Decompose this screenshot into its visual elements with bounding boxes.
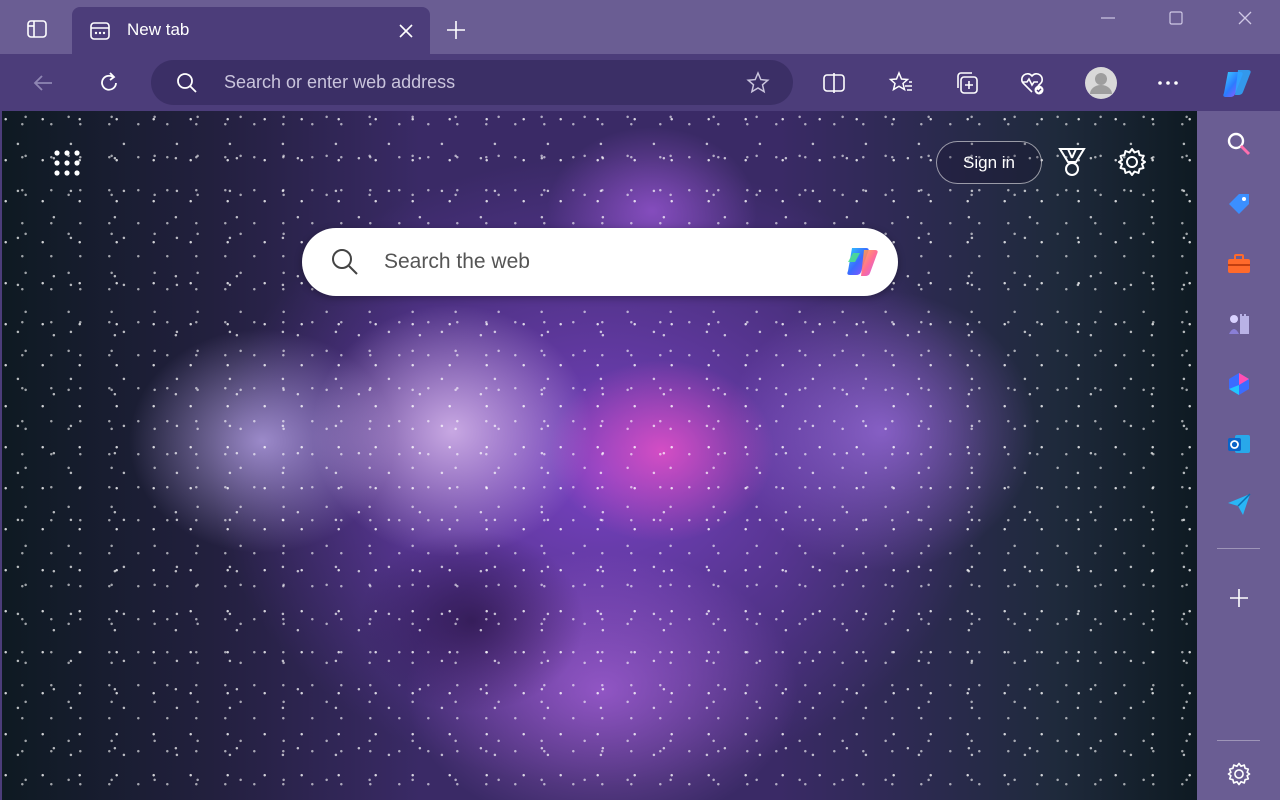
favorites-icon [888,71,912,92]
sidebar-item-search[interactable] [1221,126,1257,162]
refresh-button[interactable] [90,64,128,102]
search-icon [332,249,358,275]
sidebar-divider [1217,740,1260,741]
close-window-button[interactable] [1211,0,1279,36]
collections-button[interactable] [948,64,986,102]
sidebar [1197,111,1280,800]
close-tab-button[interactable] [394,19,418,43]
address-bar[interactable]: Search or enter web address [151,60,793,105]
favorites-button[interactable] [882,64,920,102]
tag-icon [1229,194,1249,214]
plus-icon [447,21,465,39]
outlook-icon [1228,435,1250,453]
microsoft-365-icon [1229,373,1249,395]
send-icon [1228,493,1251,515]
gear-icon [1118,148,1146,176]
profile-button[interactable] [1082,64,1120,102]
new-tab-button[interactable] [440,14,472,46]
sidebar-add-button[interactable] [1221,580,1257,616]
toolbar: Search or enter web address [0,54,1280,111]
search-icon [1227,132,1251,156]
toolbox-icon [1228,254,1250,273]
refresh-icon [101,72,117,91]
tab-actions-button[interactable] [22,14,52,44]
title-bar: New tab [0,0,1280,54]
page-settings-button[interactable] [1114,144,1150,180]
sidebar-item-tools[interactable] [1221,246,1257,282]
split-screen-button[interactable] [815,64,853,102]
app-launcher-button[interactable] [50,146,84,180]
back-button[interactable] [24,64,62,102]
rewards-medal-icon [1058,148,1086,176]
copilot-icon[interactable] [840,240,886,284]
search-icon [177,73,197,93]
minimize-icon [1101,17,1115,19]
close-icon [1238,11,1252,25]
sign-in-button[interactable]: Sign in [936,141,1042,184]
copilot-button[interactable] [1218,64,1256,102]
star-icon[interactable] [745,70,771,96]
collections-icon [957,72,978,94]
back-arrow-icon [33,75,52,91]
address-input[interactable]: Search or enter web address [224,72,455,93]
search-input[interactable]: Search the web [384,250,530,274]
maximize-button[interactable] [1142,0,1210,36]
copilot-icon [1223,70,1251,97]
sidebar-settings-button[interactable] [1221,756,1257,792]
gear-icon [1227,762,1251,786]
heart-pulse-icon [1021,73,1044,95]
sidebar-item-drop[interactable] [1221,486,1257,522]
close-icon [399,24,413,38]
tab-new-tab[interactable]: New tab [72,7,430,54]
app-launcher-icon [54,150,80,176]
split-screen-icon [823,73,845,93]
chess-icon [1229,314,1249,334]
more-button[interactable] [1149,64,1187,102]
sidebar-item-shopping[interactable] [1221,186,1257,222]
background-image [2,111,1197,800]
newtab-page-icon [90,22,110,40]
sidebar-item-outlook[interactable] [1221,426,1257,462]
plus-icon [1230,589,1248,607]
web-search-box[interactable]: Search the web [302,228,898,296]
new-tab-page: Sign in Search the web [2,111,1197,800]
sidebar-item-microsoft-365[interactable] [1221,366,1257,402]
tab-actions-icon [27,20,47,38]
sidebar-item-games[interactable] [1221,306,1257,342]
rewards-button[interactable] [1054,144,1090,180]
maximize-icon [1169,11,1183,25]
profile-avatar-icon [1085,67,1117,99]
minimize-button[interactable] [1074,0,1142,36]
ellipsis-icon [1158,81,1178,85]
sidebar-divider [1217,548,1260,549]
browser-essentials-button[interactable] [1013,64,1051,102]
tab-title: New tab [127,20,190,39]
